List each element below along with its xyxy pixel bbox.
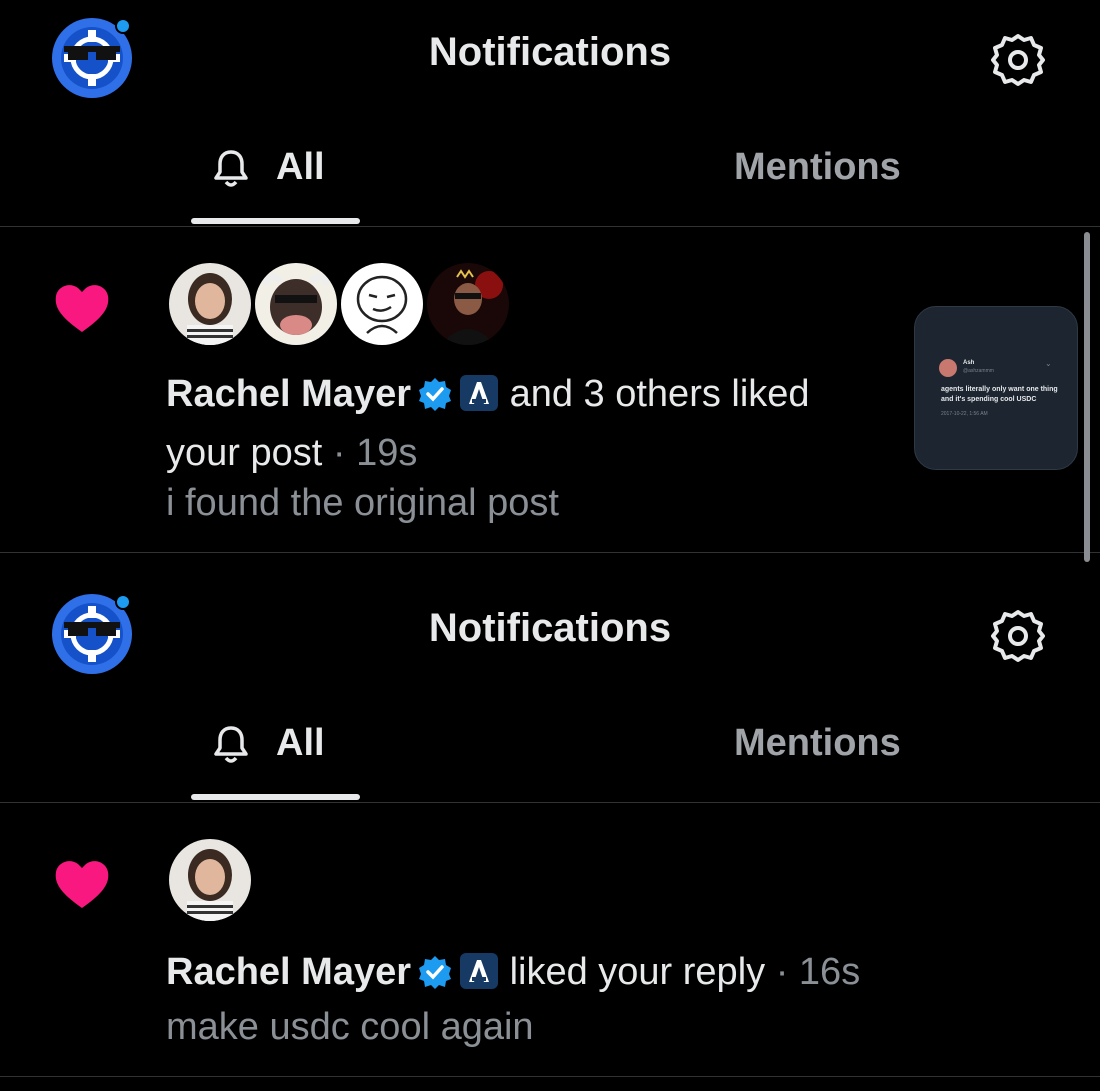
- avatar[interactable]: [166, 260, 254, 348]
- bell-icon: [214, 149, 248, 187]
- thumb-date: 2017-10-22, 1:56 AM: [941, 411, 988, 417]
- tab-mentions-label: Mentions: [734, 722, 901, 764]
- tab-all[interactable]: All: [214, 146, 325, 189]
- verified-badge-icon: [417, 952, 453, 1005]
- action-text: and 3 others liked: [509, 373, 810, 415]
- avatar[interactable]: [252, 260, 340, 348]
- tab-all-label: All: [276, 146, 325, 188]
- liker-avatars: [166, 260, 512, 348]
- post-preview: i found the original post: [166, 482, 559, 524]
- verified-badge-icon: [417, 374, 453, 427]
- action-text: liked your reply: [509, 951, 766, 993]
- reply-preview: make usdc cool again: [166, 1006, 534, 1048]
- avatar[interactable]: [166, 836, 254, 924]
- tab-bar: All Mentions: [0, 692, 1100, 803]
- post-thumbnail[interactable]: Ash @ashzammm ⌄ agents literally only wa…: [914, 306, 1078, 470]
- thumb-body: agents literally only want one thing and…: [941, 386, 1058, 403]
- active-tab-indicator: [191, 794, 360, 800]
- thumb-handle: @ashzammm: [963, 368, 994, 374]
- notification-text: Rachel Mayer liked your reply · 16s: [166, 946, 1066, 1005]
- actor-name[interactable]: Rachel Mayer: [166, 373, 411, 415]
- avatar: [939, 359, 957, 377]
- scrollbar[interactable]: [1084, 232, 1090, 562]
- bell-icon: [214, 725, 248, 763]
- separator: ·: [775, 951, 789, 993]
- tab-all[interactable]: All: [214, 722, 325, 765]
- tab-mentions-label: Mentions: [734, 146, 901, 188]
- notification-item[interactable]: Rachel Mayer and 3 others liked your pos…: [0, 226, 1100, 553]
- notification-item[interactable]: Rachel Mayer liked your reply · 16s make…: [0, 802, 1100, 1077]
- avatar[interactable]: [424, 260, 512, 348]
- gear-icon[interactable]: [988, 606, 1048, 666]
- page-title: Notifications: [428, 30, 672, 74]
- actor-name[interactable]: Rachel Mayer: [166, 951, 411, 993]
- tab-mentions[interactable]: Mentions: [734, 722, 901, 765]
- liker-avatars: [166, 836, 254, 924]
- separator: ·: [332, 432, 346, 474]
- heart-icon: [55, 861, 109, 908]
- thumb-author: Ash: [963, 360, 975, 366]
- top-bar: Notifications: [0, 576, 1100, 692]
- affiliate-badge-icon: [459, 374, 499, 427]
- active-tab-indicator: [191, 218, 360, 224]
- tab-mentions[interactable]: Mentions: [734, 146, 901, 189]
- notifications-screen-1: Notifications All Mentions Rachel Mayer …: [0, 0, 1100, 576]
- chevron-down-icon: ⌄: [1045, 359, 1052, 368]
- affiliate-badge-icon: [459, 952, 499, 1005]
- tab-bar: All Mentions: [0, 116, 1100, 227]
- action-text-cont: your post: [166, 432, 323, 474]
- notification-text: Rachel Mayer and 3 others liked your pos…: [166, 368, 886, 480]
- timestamp: 19s: [356, 432, 418, 474]
- top-bar: Notifications: [0, 0, 1100, 116]
- timestamp: 16s: [798, 951, 861, 993]
- tab-all-label: All: [276, 722, 325, 764]
- gear-icon[interactable]: [988, 30, 1048, 90]
- page-title: Notifications: [428, 606, 672, 650]
- heart-icon: [55, 285, 109, 332]
- avatar[interactable]: [338, 260, 426, 348]
- notifications-screen-2: Notifications All Mentions Rachel Mayer …: [0, 576, 1100, 1091]
